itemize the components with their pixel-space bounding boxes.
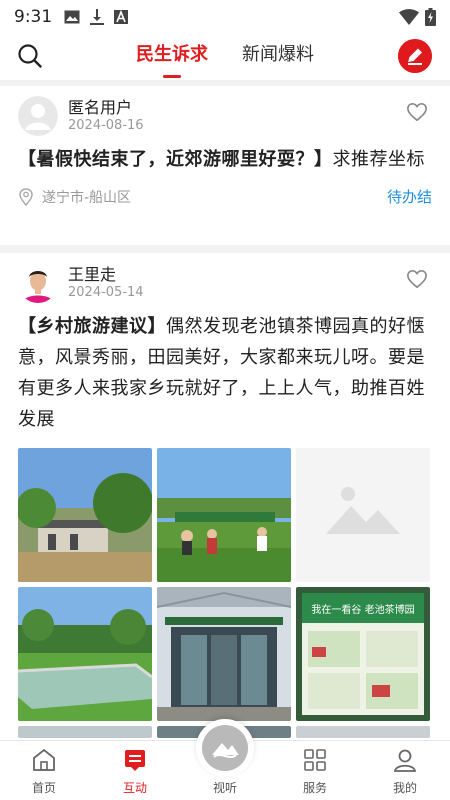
default-avatar-icon xyxy=(18,96,58,136)
post-content: 求推荐坐标 xyxy=(332,149,425,170)
tea-garden-banner-photo xyxy=(157,448,291,582)
status-badge: 待办结 xyxy=(386,188,432,206)
nav-interaction[interactable]: 互动 xyxy=(105,747,165,796)
post-topic[interactable]: 【乡村旅游建议】 xyxy=(18,316,166,337)
post-image[interactable] xyxy=(296,726,430,738)
nav-label: 视听 xyxy=(212,781,237,795)
nav-home[interactable]: 首页 xyxy=(14,747,74,796)
location-pin-icon xyxy=(19,188,33,206)
post-card[interactable]: 匿名用户 2024-08-16 【暑假快结束了，近郊游哪里好耍？】求推荐坐标 遂… xyxy=(0,86,450,213)
user-avatar-photo xyxy=(18,263,58,303)
greenhouse-entrance-photo xyxy=(157,587,291,721)
village-courtyard-photo xyxy=(18,448,152,582)
post-date: 2024-08-16 xyxy=(68,118,144,133)
nav-services[interactable]: 服务 xyxy=(285,747,345,796)
nav-label: 互动 xyxy=(122,781,147,795)
post-image[interactable] xyxy=(18,726,152,738)
author-name[interactable]: 王里走 xyxy=(68,261,116,285)
heart-icon[interactable] xyxy=(406,102,428,122)
avatar[interactable] xyxy=(18,263,58,303)
post-image[interactable]: 我在一看谷 老池茶博园 xyxy=(296,587,430,721)
search-icon[interactable] xyxy=(16,42,44,70)
image-notification-icon xyxy=(64,10,80,24)
compose-button[interactable] xyxy=(398,39,432,73)
location-row: 遂宁市-船山区 待办结 xyxy=(18,183,432,213)
media-icon xyxy=(202,725,248,771)
post-image[interactable] xyxy=(157,448,291,582)
post-text[interactable]: 【暑假快结束了，近郊游哪里好耍？】求推荐坐标 xyxy=(18,144,432,175)
post-image[interactable] xyxy=(296,448,430,582)
battery-icon xyxy=(425,8,436,26)
user-icon xyxy=(393,749,417,772)
post-topic[interactable]: 【暑假快结束了，近郊游哪里好耍？】 xyxy=(18,149,333,170)
top-nav: 民生诉求 新闻爆料 xyxy=(0,34,450,80)
post-image[interactable] xyxy=(18,587,152,721)
poster-board-photo: 我在一看谷 老池茶博园 xyxy=(296,587,430,721)
nav-media-button[interactable] xyxy=(196,719,254,777)
nav-profile[interactable]: 我的 xyxy=(375,747,435,796)
poster-text: 我在一看谷 老池茶博园 xyxy=(311,603,414,616)
image-placeholder-icon xyxy=(296,448,430,582)
post-image[interactable] xyxy=(157,587,291,721)
home-icon xyxy=(33,748,55,771)
post-card[interactable]: 王里走 2024-05-14 【乡村旅游建议】偶然发现老池镇茶博园真的好惬意，风… xyxy=(0,253,450,435)
tab-livelihood-appeals[interactable]: 民生诉求 xyxy=(136,34,208,80)
status-bar: 9:31 xyxy=(0,0,450,34)
tab-label: 民生诉求 xyxy=(136,44,208,65)
heart-icon[interactable] xyxy=(406,269,428,289)
bottom-nav: 首页 互动 视听 服务 我的 xyxy=(0,719,450,800)
download-icon xyxy=(90,9,105,25)
nav-label: 我的 xyxy=(392,781,417,795)
interaction-icon xyxy=(125,750,145,771)
grid-icon xyxy=(304,749,326,771)
active-tab-indicator xyxy=(163,75,181,78)
text-a-icon xyxy=(114,10,129,24)
location-text: 遂宁市-船山区 xyxy=(42,190,132,206)
wifi-icon xyxy=(399,9,419,25)
post-text[interactable]: 【乡村旅游建议】偶然发现老池镇茶博园真的好惬意，风景秀丽，田园美好，大家都来玩儿… xyxy=(18,311,432,435)
status-time: 9:31 xyxy=(14,7,53,27)
divider xyxy=(0,245,450,253)
pond-lawn-photo xyxy=(18,587,152,721)
avatar[interactable] xyxy=(18,96,58,136)
nav-label: 首页 xyxy=(31,781,56,795)
post-image[interactable] xyxy=(18,448,152,582)
post-date: 2024-05-14 xyxy=(68,285,144,300)
tab-label: 新闻爆料 xyxy=(242,44,314,65)
author-name[interactable]: 匿名用户 xyxy=(68,94,132,118)
tab-news-tips[interactable]: 新闻爆料 xyxy=(242,34,314,80)
nav-label: 服务 xyxy=(302,781,327,795)
